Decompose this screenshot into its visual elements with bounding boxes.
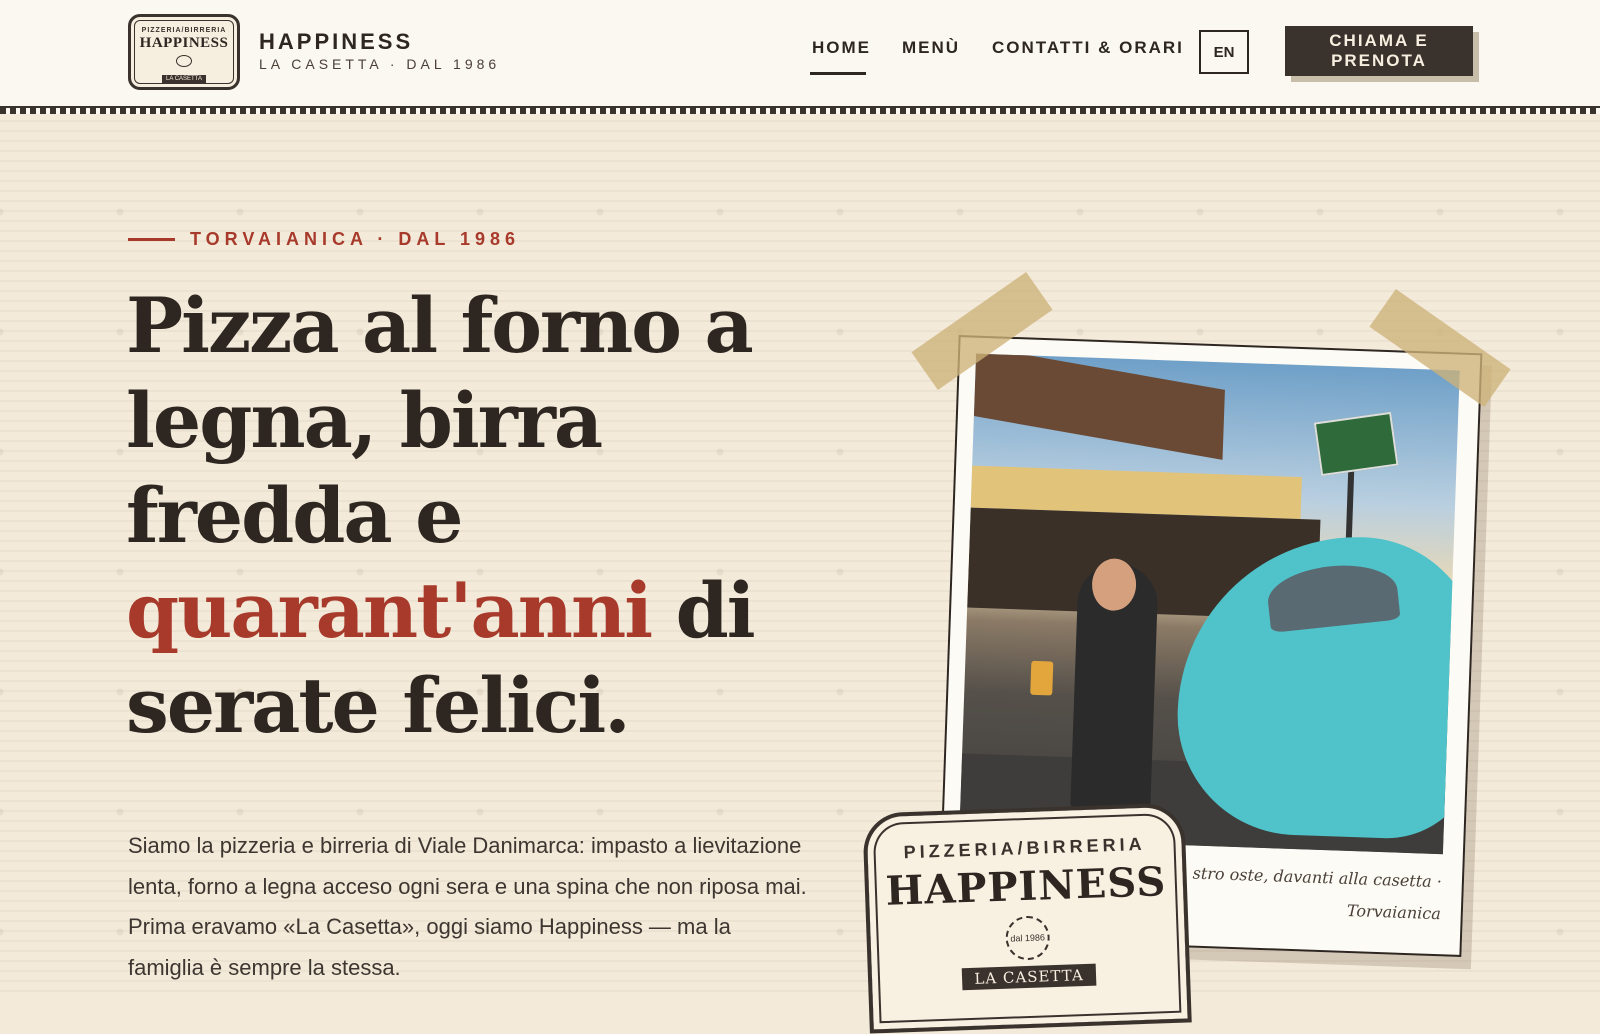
logo-name: HAPPINESS xyxy=(139,35,229,51)
call-and-book-button[interactable]: CHIAMA E PRENOTA xyxy=(1285,26,1473,76)
language-toggle-button[interactable]: EN xyxy=(1199,30,1249,74)
photo-beer-glass xyxy=(1030,660,1054,696)
photo-roof xyxy=(973,353,1225,460)
headline-accent: quarant'anni xyxy=(126,566,653,655)
restaurant-photo xyxy=(959,353,1460,855)
brand-name[interactable]: HAPPINESS xyxy=(259,29,413,55)
nav-menu[interactable]: MENÙ xyxy=(902,38,960,58)
header-divider xyxy=(0,106,1600,114)
eyebrow-text: TORVAIANICA · DAL 1986 xyxy=(190,229,521,249)
brand-stamp-badge: PIZZERIA/BIRRERIA HAPPINESS dal 1986 LA … xyxy=(862,802,1192,1034)
stamp-name: HAPPINESS xyxy=(884,858,1167,915)
stamp-strip: LA CASETTA xyxy=(962,963,1097,991)
headline-part-1: Pizza al forno a legna, birra fredda e xyxy=(126,281,754,560)
logo-badge[interactable]: PIZZERIA/BIRRERIA HAPPINESS LA CASETTA xyxy=(128,14,240,90)
logo-seal-icon xyxy=(176,55,192,67)
nav-contact-hours[interactable]: CONTATTI & ORARI xyxy=(992,38,1184,58)
logo-strip: LA CASETTA xyxy=(162,75,206,83)
brand-subtitle: LA CASETTA · DAL 1986 xyxy=(259,56,501,72)
eyebrow-rule xyxy=(128,238,175,241)
logo-small-text: PIZZERIA/BIRRERIA xyxy=(141,27,227,34)
nav-home[interactable]: HOME xyxy=(812,38,871,58)
hero-headline: Pizza al forno a legna, birra fredda e q… xyxy=(126,278,766,753)
hero-intro-paragraph: Siamo la pizzeria e birreria di Viale Da… xyxy=(128,833,807,980)
site-header: PIZZERIA/BIRRERIA HAPPINESS LA CASETTA H… xyxy=(0,0,1600,106)
photo-green-sign xyxy=(1313,411,1399,477)
stamp-seal-icon: dal 1986 xyxy=(1004,915,1051,961)
nav-active-indicator xyxy=(810,72,866,75)
